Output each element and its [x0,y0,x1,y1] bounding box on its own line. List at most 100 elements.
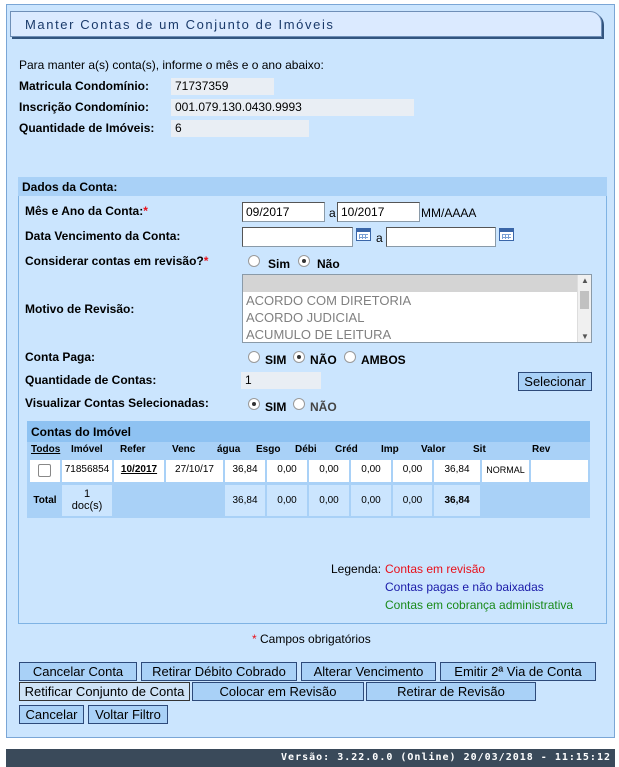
col-imp: Imp [381,444,399,455]
voltar-filtro-button[interactable]: Voltar Filtro [88,705,168,724]
paga-sim-radio[interactable] [248,351,260,363]
selecionar-button[interactable]: Selecionar [518,372,592,391]
listbox-blank-option[interactable] [243,275,591,292]
revisao-nao-radio[interactable] [298,255,310,267]
total-label: Total [30,485,60,516]
scroll-up-icon[interactable]: ▲ [581,276,589,285]
todos-link[interactable]: Todos [31,444,60,455]
scroll-down-icon[interactable]: ▼ [581,332,589,341]
paga-nao-label: NÃO [310,353,337,367]
retirar-debito-button[interactable]: Retirar Débito Cobrado [141,662,297,681]
listbox-scrollbar[interactable]: ▲ ▼ [577,275,591,342]
emitir-2via-button[interactable]: Emitir 2ª Via de Conta [440,662,596,681]
visualizar-nao-radio[interactable] [293,398,305,410]
cell-valor: 36,84 [434,460,480,482]
col-sit: Sit [473,444,486,455]
version-footer: Versão: 3.22.0.0 (Online) 20/03/2018 - 1… [6,749,615,767]
mes-ano-from-input[interactable]: 09/2017 [242,202,325,222]
total-imp: 0,00 [393,485,432,516]
col-valor: Valor [421,444,446,455]
total-valor: 36,84 [434,485,480,516]
visualizar-label: Visualizar Contas Selecionadas: [25,396,209,410]
cell-agua: 36,84 [225,460,265,482]
paga-ambos-radio[interactable] [344,351,356,363]
motivo-listbox[interactable]: ACORDO COM DIRETORIA ACORDO JUDICIAL ACU… [242,274,592,343]
col-rev: Rev [532,444,551,455]
cell-debi: 0,00 [309,460,349,482]
cell-imp: 0,00 [393,460,432,482]
required-asterisk: * [252,632,257,646]
legend-pagas: Contas pagas e não baixadas [385,580,544,594]
col-esgo: Esgo [256,444,281,455]
page-title-bar: Manter Contas de um Conjunto de Imóveis [10,11,602,37]
matricula-value: 71737359 [171,78,274,95]
col-agua: água [217,444,241,455]
total-agua: 36,84 [225,485,265,516]
qtd-imoveis-label: Quantidade de Imóveis: [19,121,155,135]
motivo-label: Motivo de Revisão: [25,302,135,316]
visualizar-sim-label: SIM [265,400,287,414]
contas-table-title: Contas do Imóvel [31,425,132,439]
qtd-imoveis-value: 6 [171,120,309,137]
revisao-sim-label: Sim [268,257,291,271]
paga-nao-radio[interactable] [293,351,305,363]
venc-to-input[interactable] [386,227,496,247]
cell-imovel: 71856854 [62,460,112,482]
legend-cobranca: Contas em cobrança administrativa [385,598,574,612]
total-cred: 0,00 [351,485,391,516]
revisao-nao-label: Não [317,257,340,271]
total-docs-unit: doc(s) [71,500,103,512]
cancelar-conta-button[interactable]: Cancelar Conta [19,662,137,681]
venc-from-input[interactable] [242,227,353,247]
cell-venc: 27/10/17 [166,460,223,482]
visualizar-sim-radio[interactable] [248,398,260,410]
total-docs: 1 doc(s) [62,485,112,516]
qtd-contas-value: 1 [241,372,321,389]
dados-conta-header: Dados da Conta: [22,180,118,194]
listbox-option[interactable]: ACUMULO DE LEITURA [243,326,591,342]
intro-text: Para manter a(s) conta(s), informe o mês… [19,58,324,72]
total-docs-count: 1 [83,488,91,500]
paga-ambos-label: AMBOS [361,353,406,367]
required-asterisk: * [203,254,209,268]
total-debi: 0,00 [309,485,349,516]
total-spacer [114,485,223,516]
col-debi: Débi [295,444,317,455]
listbox-option[interactable]: ACORDO JUDICIAL [243,309,591,326]
revisao-sim-radio[interactable] [248,255,260,267]
calendar-icon[interactable] [499,228,514,241]
cell-refer-link[interactable]: 10/2017 [114,460,164,482]
mes-ano-format: MM/AAAA [421,206,477,220]
cell-sit: NORMAL [482,460,529,482]
inscricao-label: Inscrição Condomínio: [19,100,150,114]
retificar-button[interactable]: Retificar Conjunto de Conta [19,682,190,701]
venc-sep: a [376,231,383,245]
visualizar-nao-label: NÃO [310,400,337,414]
cancelar-button[interactable]: Cancelar [19,705,84,724]
paga-sim-label: SIM [265,353,287,367]
colocar-revisao-button[interactable]: Colocar em Revisão [192,682,364,701]
calendar-icon[interactable] [356,228,371,241]
mes-ano-sep: a [329,206,336,220]
required-asterisk: * [143,204,148,218]
inscricao-value: 001.079.130.0430.9993 [171,99,414,116]
legend-label: Legenda: [331,562,382,576]
alterar-vencimento-button[interactable]: Alterar Vencimento [301,662,436,681]
campos-obrigatorios: * Campos obrigatórios [252,632,371,646]
page-title: Manter Contas de um Conjunto de Imóveis [25,17,335,32]
col-venc: Venc [172,444,196,455]
paga-label: Conta Paga: [25,350,96,364]
total-esgo: 0,00 [267,485,307,516]
retirar-revisao-button[interactable]: Retirar de Revisão [366,682,536,701]
row-checkbox[interactable] [38,464,51,477]
mes-ano-label: Mês e Ano da Conta:* [25,204,148,218]
scroll-thumb[interactable] [580,291,589,309]
matricula-label: Matricula Condomínio: [19,79,149,93]
mes-ano-to-input[interactable]: 10/2017 [337,202,420,222]
col-imovel: Imóvel [71,444,103,455]
qtd-contas-label: Quantidade de Contas: [25,373,157,387]
legend-revisao: Contas em revisão [385,562,486,576]
col-refer: Refer [120,444,146,455]
listbox-option[interactable]: ACORDO COM DIRETORIA [243,292,591,309]
cell-cred: 0,00 [351,460,391,482]
